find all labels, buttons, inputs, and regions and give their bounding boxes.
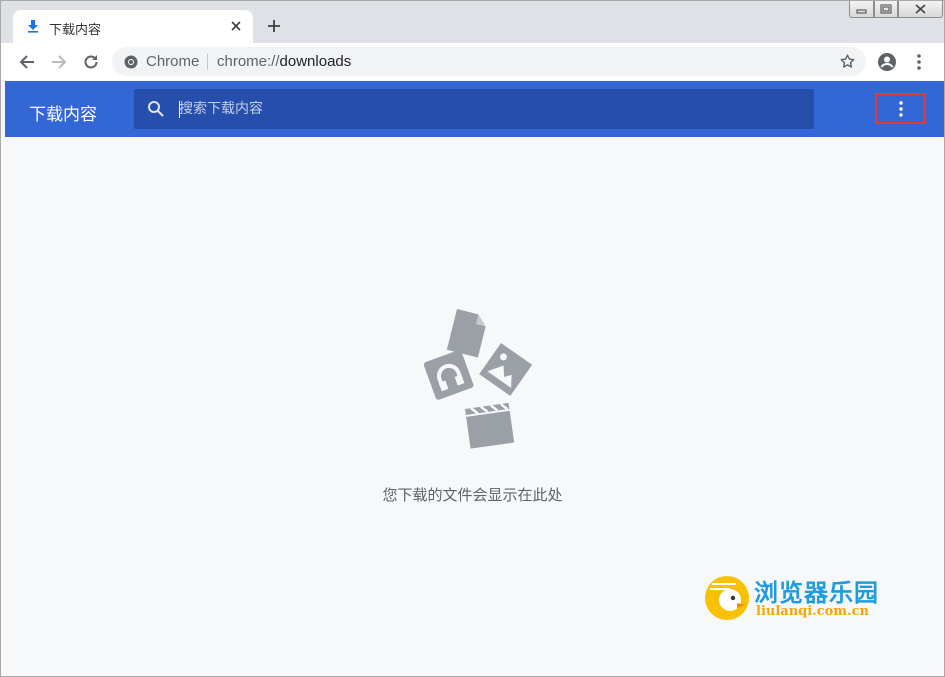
minimize-icon — [856, 9, 867, 14]
tab-downloads[interactable]: 下载内容 — [13, 10, 253, 43]
toolbar: Chrome chrome://downloads — [1, 43, 944, 80]
downloads-header: 下载内容 — [5, 81, 944, 137]
search-icon — [148, 101, 164, 117]
reload-icon[interactable] — [81, 52, 101, 72]
url-scheme: chrome:// — [217, 53, 280, 70]
empty-state-message: 您下载的文件会显示在此处 — [382, 486, 563, 504]
arrow-left-icon[interactable] — [17, 52, 37, 72]
tab-title: 下载内容 — [49, 23, 102, 38]
page-title: 下载内容 — [29, 105, 97, 125]
window-controls — [849, 1, 943, 19]
close-window-button[interactable] — [898, 1, 943, 18]
watermark-url: liulanqi.com.cn — [756, 604, 869, 619]
arrow-right-icon[interactable] — [49, 52, 69, 72]
tab-strip: 下载内容 — [1, 1, 944, 43]
empty-downloads-illustration — [423, 309, 533, 449]
url-text: chrome://downloads — [217, 53, 351, 70]
star-icon[interactable] — [839, 53, 856, 70]
plus-icon[interactable] — [265, 17, 283, 35]
more-actions-button[interactable] — [875, 93, 926, 124]
download-icon — [28, 20, 38, 33]
account-circle-icon[interactable] — [877, 52, 897, 72]
document-icon — [446, 309, 486, 358]
audio-icon — [423, 350, 474, 400]
image-icon — [479, 343, 533, 396]
browser-window: 下载内容 Chrome chrome://downloads 下载内容 搜索下载… — [0, 0, 945, 677]
restore-icon — [880, 4, 892, 14]
duck-logo-icon — [705, 576, 749, 620]
watermark-name: 浏览器乐园 — [754, 578, 879, 607]
close-window-icon — [915, 4, 926, 14]
vertical-dots-icon[interactable] — [909, 52, 929, 72]
search-box[interactable] — [134, 89, 814, 129]
site-label: Chrome — [146, 53, 200, 70]
search-input[interactable] — [179, 97, 779, 121]
chrome-icon — [124, 55, 138, 69]
address-bar[interactable]: Chrome chrome://downloads — [112, 47, 866, 76]
url-host: downloads — [279, 53, 352, 70]
close-icon[interactable] — [229, 19, 243, 33]
vertical-dots-icon — [899, 101, 903, 117]
minimize-button[interactable] — [849, 1, 874, 18]
omnibox-separator — [207, 54, 208, 70]
video-icon — [465, 402, 515, 449]
restore-button[interactable] — [874, 1, 898, 18]
watermark: 浏览器乐园 liulanqi.com.cn — [704, 573, 904, 623]
